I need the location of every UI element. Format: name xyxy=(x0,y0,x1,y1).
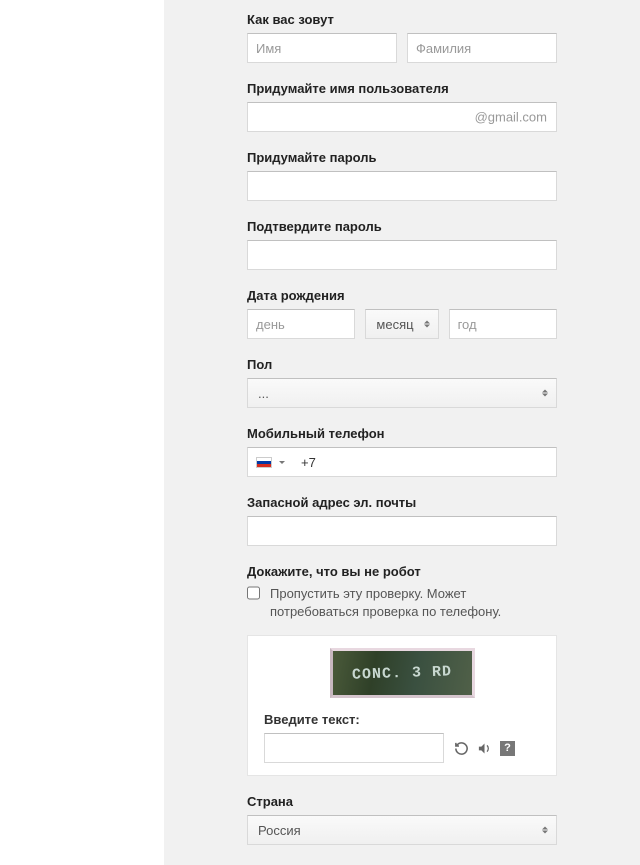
confirm-password-input[interactable] xyxy=(247,240,557,270)
captcha-reload-icon[interactable] xyxy=(454,741,469,756)
name-label: Как вас зовут xyxy=(247,12,557,27)
skip-verification-label: Пропустить эту проверку. Может потребова… xyxy=(270,585,557,621)
password-input[interactable] xyxy=(247,171,557,201)
recovery-email-input[interactable] xyxy=(247,516,557,546)
phone-input[interactable] xyxy=(295,448,548,476)
dob-label: Дата рождения xyxy=(247,288,557,303)
country-select[interactable]: Россия xyxy=(247,815,557,845)
gender-label: Пол xyxy=(247,357,557,372)
captcha-input-label: Введите текст: xyxy=(264,712,540,727)
confirm-password-label: Подтвердите пароль xyxy=(247,219,557,234)
dob-month-select[interactable]: месяц xyxy=(365,309,438,339)
skip-verification-checkbox[interactable] xyxy=(247,586,260,600)
dob-month-value: месяц xyxy=(376,317,413,332)
captcha-box: CONC. 3 RD Введите текст: ? xyxy=(247,635,557,776)
captcha-audio-icon[interactable] xyxy=(477,741,492,756)
last-name-input[interactable] xyxy=(407,33,557,63)
phone-country-dropdown[interactable] xyxy=(256,457,295,468)
captcha-section-label: Докажите, что вы не робот xyxy=(247,564,557,579)
captcha-image-text: CONC. 3 RD xyxy=(352,663,453,683)
select-arrows-icon xyxy=(542,390,548,397)
chevron-down-icon xyxy=(279,461,285,464)
recovery-email-label: Запасной адрес эл. почты xyxy=(247,495,557,510)
select-arrows-icon xyxy=(424,321,430,328)
username-label: Придумайте имя пользователя xyxy=(247,81,557,96)
username-input[interactable] xyxy=(247,102,557,132)
dob-year-input[interactable] xyxy=(449,309,557,339)
dob-day-input[interactable] xyxy=(247,309,355,339)
phone-label: Мобильный телефон xyxy=(247,426,557,441)
gender-value: ... xyxy=(258,386,269,401)
captcha-image: CONC. 3 RD xyxy=(330,648,475,698)
first-name-input[interactable] xyxy=(247,33,397,63)
captcha-help-icon[interactable]: ? xyxy=(500,741,515,756)
captcha-input[interactable] xyxy=(264,733,444,763)
country-label: Страна xyxy=(247,794,557,809)
flag-russia-icon xyxy=(256,457,272,468)
select-arrows-icon xyxy=(542,827,548,834)
country-value: Россия xyxy=(258,823,301,838)
gender-select[interactable]: ... xyxy=(247,378,557,408)
password-label: Придумайте пароль xyxy=(247,150,557,165)
